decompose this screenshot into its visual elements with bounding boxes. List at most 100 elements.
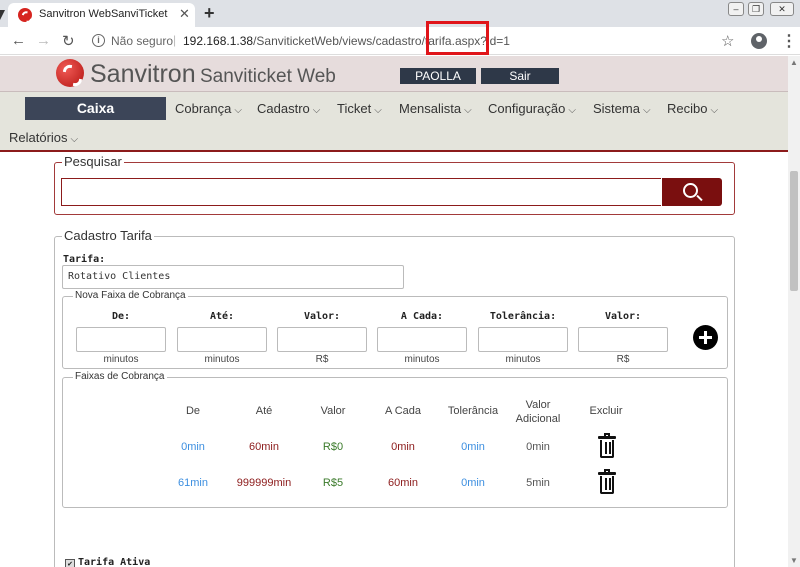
menu-item-label: Relatórios bbox=[9, 130, 68, 145]
column-header-valor: Valor bbox=[320, 405, 346, 417]
nova-faixa-tolerancia: Tolerância: minutos bbox=[478, 311, 568, 365]
sanvitron-logo-icon bbox=[56, 59, 84, 87]
browser-tab-bar: Sanvitron WebSanviTicket ✕ + – ❐ ✕ bbox=[0, 0, 800, 27]
trash-icon[interactable] bbox=[598, 469, 616, 495]
url-highlight-annotation bbox=[426, 21, 489, 55]
menu-item-label: Sistema bbox=[593, 101, 640, 116]
menu-item-recibo[interactable]: Recibo ⌵ bbox=[667, 101, 718, 116]
table-cell-de: 61min bbox=[178, 477, 208, 489]
table-cell-valor-adicional: 5min bbox=[526, 477, 550, 489]
table-cell-a-cada: 60min bbox=[388, 477, 418, 489]
forward-arrow-icon[interactable]: → bbox=[36, 32, 51, 49]
tarifa-ativa-checkbox[interactable]: ✔ bbox=[65, 559, 75, 567]
unit-label: R$ bbox=[315, 354, 329, 365]
unit-label: minutos bbox=[505, 354, 541, 365]
field-label: Valor: bbox=[303, 311, 341, 322]
unit-label: minutos bbox=[404, 354, 440, 365]
scrollbar-thumb[interactable] bbox=[790, 171, 798, 291]
table-cell-tolerancia: 0min bbox=[461, 441, 485, 453]
address-bar: ← → ↻ i Não seguro | 192.168.1.38/Sanvit… bbox=[0, 27, 800, 55]
logout-button[interactable]: Sair bbox=[481, 68, 559, 84]
browser-menu-icon[interactable]: ⋮ bbox=[781, 31, 797, 51]
close-window-button[interactable]: ✕ bbox=[770, 2, 794, 16]
field-label: Até: bbox=[209, 311, 235, 322]
brand-subtitle: Sanviticket Web bbox=[200, 66, 336, 87]
cadastro-legend: Cadastro Tarifa bbox=[62, 228, 154, 243]
maximize-window-button[interactable]: ❐ bbox=[748, 2, 764, 16]
search-panel: Pesquisar bbox=[54, 154, 735, 215]
column-header-excluir: Excluir bbox=[589, 405, 623, 417]
column-header-ate: Até bbox=[255, 405, 273, 417]
table-cell-tolerancia: 0min bbox=[461, 477, 485, 489]
menu-item-ticket[interactable]: Ticket ⌵ bbox=[337, 101, 382, 116]
de-input[interactable] bbox=[76, 327, 166, 352]
field-label: A Cada: bbox=[400, 311, 444, 322]
mouse-cursor-icon bbox=[0, 10, 5, 20]
nova-faixa-valor: Valor: R$ bbox=[277, 311, 367, 365]
reload-icon[interactable]: ↻ bbox=[62, 32, 75, 50]
a-cada-input[interactable] bbox=[377, 327, 467, 352]
chevron-down-icon: ⌵ bbox=[568, 105, 576, 116]
user-button[interactable]: PAOLLA bbox=[400, 68, 476, 84]
field-label: Valor: bbox=[604, 311, 642, 322]
chevron-down-icon: ⌵ bbox=[374, 105, 382, 116]
menu-item-cadastro[interactable]: Cadastro ⌵ bbox=[257, 101, 320, 116]
page-scrollbar[interactable]: ▲ ▼ bbox=[788, 56, 800, 567]
table-cell-a-cada: 0min bbox=[391, 441, 415, 453]
menu-item-label: Cadastro bbox=[257, 101, 310, 116]
table-cell-valor: R$5 bbox=[322, 477, 344, 489]
close-tab-icon[interactable]: ✕ bbox=[179, 6, 190, 22]
site-favicon-icon bbox=[18, 8, 32, 22]
chevron-down-icon: ⌵ bbox=[642, 105, 651, 116]
field-label: De: bbox=[111, 311, 131, 322]
unit-label: R$ bbox=[616, 354, 630, 365]
main-menu: Caixa Cobrança ⌵ Cadastro ⌵ Ticket ⌵ Mensal… bbox=[0, 92, 800, 152]
ate-input[interactable] bbox=[177, 327, 267, 352]
chevron-down-icon: ⌵ bbox=[464, 105, 472, 116]
nova-faixa-de: De: minutos bbox=[76, 311, 166, 365]
caixa-button[interactable]: Caixa bbox=[25, 97, 166, 120]
menu-item-label: Ticket bbox=[337, 101, 372, 116]
nova-faixa-ate: Até: minutos bbox=[177, 311, 267, 365]
menu-item-label: Cobrança bbox=[175, 101, 232, 116]
nova-faixa-legend: Nova Faixa de Cobrança bbox=[73, 290, 188, 301]
tarifa-label: Tarifa: bbox=[63, 254, 106, 265]
scroll-up-icon[interactable]: ▲ bbox=[790, 58, 798, 67]
scroll-down-icon[interactable]: ▼ bbox=[790, 556, 798, 565]
url-host: 192.168.1.38 bbox=[183, 34, 254, 48]
cadastro-tarifa-panel: Cadastro Tarifa Tarifa: Rotativo Cliente… bbox=[54, 228, 735, 567]
minimize-window-button[interactable]: – bbox=[728, 2, 744, 16]
menu-item-label: Mensalista bbox=[399, 101, 462, 116]
menu-item-configuracao[interactable]: Configuração ⌵ bbox=[488, 101, 576, 116]
add-faixa-plus-icon[interactable] bbox=[693, 325, 718, 350]
menu-item-sistema[interactable]: Sistema ⌵ bbox=[593, 101, 651, 116]
search-button[interactable] bbox=[662, 178, 722, 206]
account-icon[interactable] bbox=[751, 33, 767, 49]
menu-item-mensalista[interactable]: Mensalista ⌵ bbox=[399, 101, 472, 116]
new-tab-button[interactable]: + bbox=[204, 3, 215, 24]
valor-adicional-input[interactable] bbox=[578, 327, 668, 352]
tarifa-ativa-row: ✔ Tarifa Ativa bbox=[65, 557, 150, 567]
search-input[interactable] bbox=[61, 178, 661, 206]
tarifa-ativa-label: Tarifa Ativa bbox=[78, 557, 151, 567]
tarifa-field[interactable]: Rotativo Clientes bbox=[62, 265, 404, 289]
chevron-down-icon: ⌵ bbox=[312, 105, 321, 116]
menu-item-label: Recibo bbox=[667, 101, 708, 116]
table-cell-de: 0min bbox=[181, 441, 205, 453]
search-icon bbox=[683, 183, 698, 198]
faixas-cobranca-fieldset: Faixas de Cobrança De Até Valor A Cada T… bbox=[62, 371, 728, 508]
browser-tab[interactable]: Sanvitron WebSanviTicket ✕ bbox=[8, 3, 195, 27]
bookmark-star-icon[interactable]: ☆ bbox=[721, 32, 734, 50]
insecure-label[interactable]: Não seguro bbox=[111, 34, 173, 48]
menu-item-relatorios[interactable]: Relatórios ⌵ bbox=[9, 130, 78, 145]
info-icon[interactable]: i bbox=[92, 34, 105, 47]
table-cell-valor-adicional: 0min bbox=[526, 441, 550, 453]
menu-item-cobranca[interactable]: Cobrança ⌵ bbox=[175, 101, 242, 116]
column-header-tolerancia: Tolerância bbox=[447, 405, 499, 417]
tolerancia-input[interactable] bbox=[478, 327, 568, 352]
trash-icon[interactable] bbox=[598, 433, 616, 459]
valor-input[interactable] bbox=[277, 327, 367, 352]
nova-faixa-fieldset: Nova Faixa de Cobrança De: minutos Até: … bbox=[62, 290, 728, 369]
faixas-legend: Faixas de Cobrança bbox=[73, 371, 167, 382]
back-arrow-icon[interactable]: ← bbox=[11, 32, 26, 49]
